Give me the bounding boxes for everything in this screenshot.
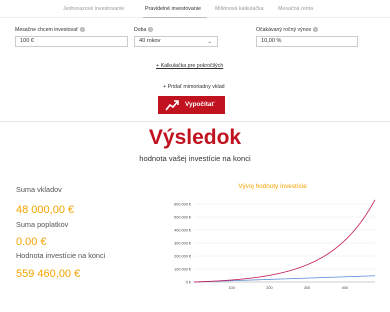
chart-trend-icon	[165, 100, 179, 111]
yield-input[interactable]: 10,00 %	[256, 36, 358, 47]
y-tick-label: 300 000 €	[174, 241, 192, 245]
info-icon[interactable]: ?	[148, 27, 154, 33]
info-icon[interactable]: ?	[313, 27, 319, 33]
x-tick-label: 300	[304, 286, 310, 290]
fees-label: Suma poplatkov	[16, 220, 69, 229]
result-subtitle: hodnota vašej investície na konci	[139, 154, 251, 163]
result-title: Výsledok	[148, 126, 242, 149]
tab-regular[interactable]: Pravidelné investovanie	[145, 6, 201, 12]
y-tick-label: 0 €	[186, 280, 192, 284]
investment-chart: 0 € 100 000 € 200 000 € 300 000 € 400 000 € 5…	[174, 199, 376, 290]
calculate-button[interactable]: Vypočítať	[158, 96, 225, 114]
investment-value-series-line	[193, 199, 376, 283]
y-tick-label: 100 000 €	[174, 267, 192, 271]
period-value: 40 rokov	[139, 38, 161, 44]
y-axis-ticks: 0 € 100 000 € 200 000 € 300 000 € 400 000 € 5…	[174, 202, 192, 284]
monthly-amount-input[interactable]: 100 €	[15, 36, 128, 47]
chart-grid	[194, 203, 375, 283]
y-tick-label: 600 000 €	[174, 202, 192, 206]
add-extra-deposit-link[interactable]: + Pridať mimoriadny vklad	[163, 84, 225, 90]
section-divider	[0, 121, 390, 122]
advanced-calculator-link[interactable]: + Kalkulačka pre pokročilých	[156, 63, 223, 69]
final-value-label: Hodnota investície na konci	[16, 251, 106, 260]
chart-title: Vývoj hodnoty investície	[238, 183, 307, 190]
y-tick-label: 200 000 €	[174, 254, 192, 258]
x-axis-ticks: 100 200 300 400	[229, 286, 348, 290]
calculate-label: Vypočítať	[185, 101, 215, 108]
yield-label: Očakávaný ročný výnos?	[256, 27, 319, 33]
info-icon[interactable]: ?	[80, 27, 86, 33]
chevron-down-icon: ⌄	[207, 39, 212, 45]
tab-one-time[interactable]: Jednorazové investovanie	[63, 6, 124, 12]
x-tick-label: 400	[342, 286, 348, 290]
final-value: 559 460,00 €	[16, 268, 81, 280]
tab-rent[interactable]: Mesačná renta	[278, 6, 313, 12]
fees-value: 0.00 €	[16, 236, 47, 248]
monthly-label: Mesačne chcem investovať?	[15, 27, 86, 33]
deposits-value: 48 000,00 €	[16, 204, 75, 216]
y-tick-label: 500 000 €	[174, 215, 192, 219]
period-label: Doba?	[134, 27, 154, 33]
deposits-label: Suma vkladov	[16, 185, 62, 194]
chart-lines	[193, 199, 376, 283]
tab-million[interactable]: Miliónová kalkulačka	[215, 6, 264, 12]
period-select[interactable]: 40 rokov ⌄	[134, 36, 218, 47]
tab-bar: Jednorazové investovanie Pravidelné inve…	[0, 6, 390, 20]
tab-active-indicator	[143, 17, 207, 18]
y-tick-label: 400 000 €	[174, 228, 192, 232]
x-tick-label: 200	[266, 286, 272, 290]
x-tick-label: 100	[229, 286, 235, 290]
